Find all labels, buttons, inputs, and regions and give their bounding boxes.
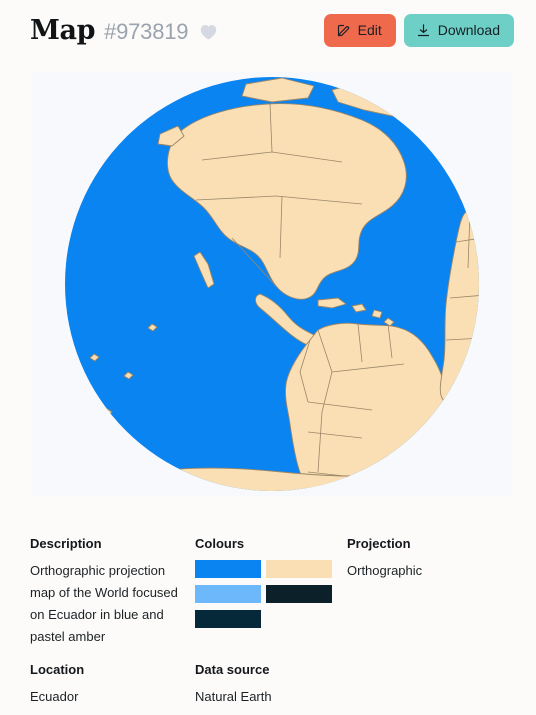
map-details: Description Orthographic projection map … (0, 536, 536, 708)
description-field: Description Orthographic projection map … (30, 536, 195, 648)
description-value: Orthographic projection map of the World… (30, 562, 178, 644)
download-button[interactable]: Download (403, 13, 514, 47)
map-preview[interactable] (32, 72, 512, 496)
colour-swatch[interactable] (266, 584, 332, 603)
projection-label: Projection (347, 536, 411, 551)
projection-value: Orthographic (347, 562, 423, 578)
page-header: Map #973819 Edit Download (0, 0, 536, 48)
header-actions: Edit Download (323, 13, 520, 47)
colours-field: Colours (195, 536, 347, 628)
colour-swatch[interactable] (266, 559, 332, 578)
colour-swatch-grid (195, 559, 347, 628)
data-source-field: Data source Natural Earth (195, 662, 347, 708)
data-source-label: Data source (195, 661, 270, 677)
location-field: Location Ecuador (30, 662, 195, 708)
heart-icon[interactable] (199, 23, 218, 40)
download-arrow-icon (416, 23, 431, 38)
pencil-square-icon (336, 23, 351, 38)
details-row-secondary: Location Ecuador Data source Natural Ear… (30, 662, 506, 708)
colour-swatch[interactable] (195, 584, 261, 603)
data-source-value: Natural Earth (195, 688, 272, 704)
colours-label: Colours (195, 536, 245, 551)
projection-field: Projection Orthographic (347, 536, 506, 582)
edit-button-label: Edit (357, 22, 382, 38)
colour-swatch[interactable] (195, 559, 261, 578)
description-label: Description (30, 536, 102, 551)
location-label: Location (30, 661, 85, 677)
page-title: Map (30, 14, 96, 46)
title-group: Map #973819 (30, 17, 218, 44)
colour-swatch[interactable] (195, 609, 261, 628)
details-row-primary: Description Orthographic projection map … (30, 536, 506, 648)
globe-graphic (32, 72, 512, 496)
download-button-label: Download (437, 22, 500, 38)
map-id-label: #973819 (104, 18, 189, 44)
location-value: Ecuador (30, 688, 79, 704)
edit-button[interactable]: Edit (323, 13, 396, 47)
